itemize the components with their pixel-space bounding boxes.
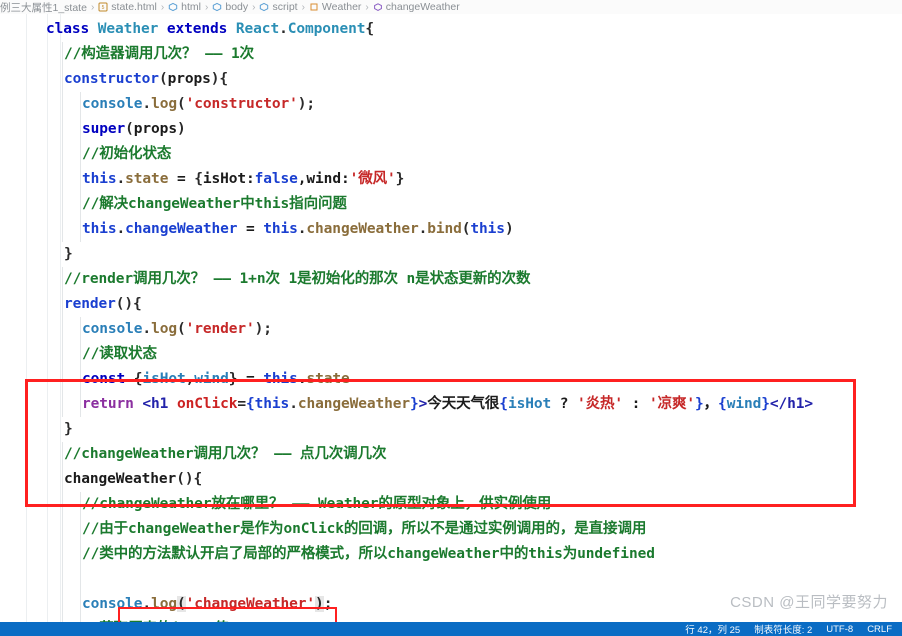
breadcrumb-separator-icon: ›: [301, 1, 305, 13]
code-line[interactable]: //由于changeWeather是作为onClick的回调，所以不是通过实例调…: [0, 517, 902, 542]
code-line[interactable]: constructor(props){: [0, 67, 902, 92]
vscode-editor-window: 例三大属性1_state › 5 state.html › html › bod…: [0, 0, 902, 636]
breadcrumb-label: changeWeather: [385, 1, 460, 13]
breadcrumb[interactable]: 例三大属性1_state › 5 state.html › html › bod…: [0, 0, 902, 14]
breadcrumb-separator-icon: ›: [205, 1, 209, 13]
code-line[interactable]: [0, 567, 902, 592]
breadcrumb-separator-icon: ›: [365, 1, 369, 13]
code-line[interactable]: this.changeWeather = this.changeWeather.…: [0, 217, 902, 242]
breadcrumb-item-method[interactable]: changeWeather: [373, 1, 460, 13]
code-line[interactable]: console.log('render');: [0, 317, 902, 342]
code-line[interactable]: }: [0, 417, 902, 442]
code-line[interactable]: //解决changeWeather中this指向问题: [0, 192, 902, 217]
breadcrumb-item-file[interactable]: 5 state.html: [98, 1, 157, 13]
code-line[interactable]: const {isHot,wind} = this.state: [0, 367, 902, 392]
code-line[interactable]: //类中的方法默认开启了局部的严格模式，所以changeWeather中的thi…: [0, 542, 902, 567]
code-line[interactable]: super(props): [0, 117, 902, 142]
breadcrumb-label: state.html: [111, 1, 157, 13]
breadcrumb-label: html: [181, 1, 202, 13]
breadcrumb-separator-icon: ›: [90, 1, 95, 13]
code-line[interactable]: console.log('constructor');: [0, 92, 902, 117]
symbol-tag-icon: [259, 2, 269, 12]
status-cursor-position[interactable]: 行 42，列 25: [685, 622, 740, 636]
symbol-tag-icon: [168, 2, 178, 12]
symbol-tag-icon: [212, 2, 222, 12]
code-line[interactable]: //changeWeather调用几次？ —— 点几次调几次: [0, 442, 902, 467]
code-editor[interactable]: class Weather extends React.Component{ /…: [0, 14, 902, 622]
status-encoding[interactable]: UTF-8: [826, 624, 853, 635]
code-line[interactable]: //初始化状态: [0, 142, 902, 167]
svg-text:5: 5: [102, 5, 105, 11]
symbol-class-icon: [309, 2, 319, 12]
code-line[interactable]: changeWeather(){: [0, 467, 902, 492]
breadcrumb-item-body[interactable]: body: [212, 1, 248, 13]
breadcrumb-item-class[interactable]: Weather: [309, 1, 362, 13]
watermark: CSDN @王同学要努力: [730, 594, 888, 611]
code-line[interactable]: //render调用几次？ —— 1+n次 1是初始化的那次 n是状态更新的次数: [0, 267, 902, 292]
code-line[interactable]: this.state = {isHot:false,wind:'微风'}: [0, 167, 902, 192]
code-line[interactable]: //读取状态: [0, 342, 902, 367]
breadcrumb-separator-icon: ›: [252, 1, 256, 13]
code-line[interactable]: //构造器调用几次？ —— 1次: [0, 42, 902, 67]
symbol-method-icon: [373, 2, 383, 12]
breadcrumb-item-folder[interactable]: 例三大属性1_state: [0, 0, 87, 14]
code-line[interactable]: }: [0, 242, 902, 267]
breadcrumb-label: Weather: [321, 1, 362, 13]
status-indentation[interactable]: 制表符长度: 2: [754, 622, 812, 636]
breadcrumb-item-script[interactable]: script: [259, 1, 298, 13]
code-content[interactable]: class Weather extends React.Component{ /…: [0, 14, 902, 622]
code-line[interactable]: render(){: [0, 292, 902, 317]
status-eol[interactable]: CRLF: [867, 624, 892, 635]
breadcrumb-label: 例三大属性1_state: [0, 1, 87, 14]
code-line[interactable]: class Weather extends React.Component{: [0, 17, 902, 42]
status-bar[interactable]: 行 42，列 25 制表符长度: 2 UTF-8 CRLF: [0, 622, 902, 636]
code-line[interactable]: //changeWeather放在哪里？ —— Weather的原型对象上，供实…: [0, 492, 902, 517]
breadcrumb-label: script: [272, 1, 298, 13]
breadcrumb-label: body: [225, 1, 249, 13]
breadcrumb-separator-icon: ›: [160, 1, 165, 13]
html-file-icon: 5: [98, 2, 108, 12]
breadcrumb-item-html[interactable]: html: [168, 1, 201, 13]
code-line[interactable]: return <h1 onClick={this.changeWeather}>…: [0, 392, 902, 417]
